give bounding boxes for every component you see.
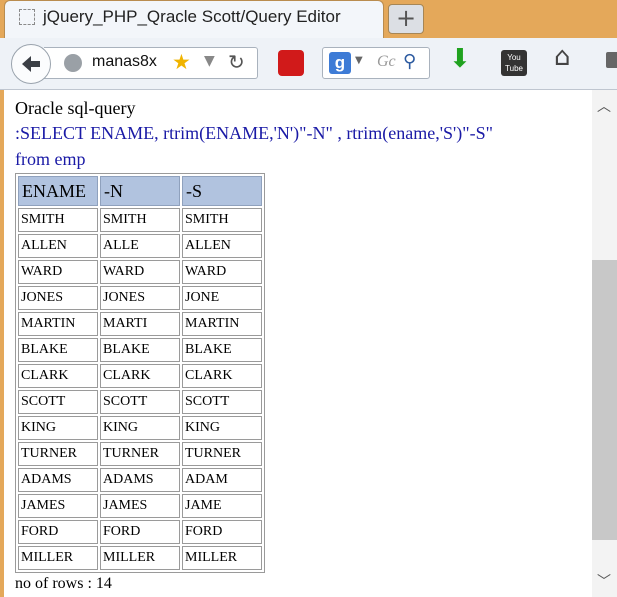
table-cell: CLARK — [182, 364, 262, 388]
magnifier-icon[interactable]: ⚲ — [403, 51, 416, 72]
new-tab-button[interactable]: + — [388, 4, 424, 34]
search-bar[interactable]: g ▼ Gc ⚲ — [322, 47, 430, 79]
table-row: JAMES JAMES JAME — [18, 494, 262, 518]
vertical-scrollbar[interactable]: ︿ ﹀ — [592, 90, 617, 597]
column-header: ENAME — [18, 176, 98, 206]
table-cell: SCOTT — [100, 390, 180, 414]
scroll-down-icon[interactable]: ﹀ — [597, 571, 611, 591]
back-button[interactable] — [11, 44, 51, 84]
table-cell: FORD — [100, 520, 180, 544]
url-text: manas8x — [92, 53, 157, 70]
browser-tab[interactable]: jQuery_PHP_Qracle Scott/Query Editor — [4, 0, 384, 38]
table-cell: JAMES — [18, 494, 98, 518]
tab-title: jQuery_PHP_Qracle Scott/Query Editor — [43, 7, 341, 26]
table-cell: KING — [18, 416, 98, 440]
navigation-bar: manas8x ★ ▼ ↻ g ▼ Gc ⚲ ⬇ You Tube ⌂ — [0, 38, 617, 90]
search-placeholder: Gc — [377, 53, 396, 70]
table-cell: ALLEN — [18, 234, 98, 258]
table-row: ADAMS ADAMS ADAM — [18, 468, 262, 492]
table-row: SMITH SMITH SMITH — [18, 208, 262, 232]
row-count: no of rows : 14 — [15, 575, 112, 592]
table-cell: JAME — [182, 494, 262, 518]
page-icon — [19, 9, 35, 25]
scroll-up-icon[interactable]: ︿ — [597, 96, 611, 116]
table-cell: FORD — [18, 520, 98, 544]
table-cell: BLAKE — [100, 338, 180, 362]
table-cell: MARTIN — [182, 312, 262, 336]
table-cell: WARD — [18, 260, 98, 284]
table-cell: ADAMS — [18, 468, 98, 492]
table-row: KING KING KING — [18, 416, 262, 440]
column-header: -S — [182, 176, 262, 206]
table-cell: ADAM — [182, 468, 262, 492]
table-cell: MARTIN — [18, 312, 98, 336]
table-row: FORD FORD FORD — [18, 520, 262, 544]
table-cell: WARD — [100, 260, 180, 284]
table-cell: ADAMS — [100, 468, 180, 492]
download-icon[interactable]: ⬇ — [449, 44, 471, 74]
table-cell: SMITH — [18, 208, 98, 232]
table-cell: FORD — [182, 520, 262, 544]
table-cell: TURNER — [18, 442, 98, 466]
table-row: MARTIN MARTI MARTIN — [18, 312, 262, 336]
address-bar[interactable]: manas8x ★ ▼ ↻ — [44, 47, 258, 79]
back-arrow-icon — [22, 56, 40, 72]
table-cell: KING — [182, 416, 262, 440]
table-cell: MARTI — [100, 312, 180, 336]
table-row: TURNER TURNER TURNER — [18, 442, 262, 466]
column-header: -N — [100, 176, 180, 206]
table-cell: TURNER — [182, 442, 262, 466]
table-cell: KING — [100, 416, 180, 440]
table-cell: CLARK — [18, 364, 98, 388]
result-table: ENAME -N -S SMITH SMITH SMITH ALLEN ALLE ALLE… — [15, 173, 265, 573]
table-cell: MILLER — [182, 546, 262, 570]
table-row: CLARK CLARK CLARK — [18, 364, 262, 388]
youtube-icon[interactable]: You Tube — [501, 50, 527, 76]
youtube-addon-icon[interactable] — [278, 50, 304, 76]
star-icon[interactable]: ★ — [172, 50, 191, 74]
table-row: MILLER MILLER MILLER — [18, 546, 262, 570]
table-cell: SMITH — [100, 208, 180, 232]
table-cell: TURNER — [100, 442, 180, 466]
home-icon[interactable]: ⌂ — [554, 42, 571, 72]
table-cell: JONE — [182, 286, 262, 310]
table-cell: JONES — [100, 286, 180, 310]
table-cell: MILLER — [100, 546, 180, 570]
table-cell: BLAKE — [182, 338, 262, 362]
table-row: SCOTT SCOTT SCOTT — [18, 390, 262, 414]
table-cell: WARD — [182, 260, 262, 284]
table-cell: SCOTT — [182, 390, 262, 414]
table-cell: MILLER — [18, 546, 98, 570]
table-cell: JAMES — [100, 494, 180, 518]
reload-icon[interactable]: ↻ — [228, 50, 245, 74]
globe-icon — [64, 54, 82, 72]
table-row: JONES JONES JONE — [18, 286, 262, 310]
query-line-1: :SELECT ENAME, rtrim(ENAME,'N')"-N" , rt… — [15, 123, 493, 143]
table-cell: JONES — [18, 286, 98, 310]
search-engine-dropdown-icon[interactable]: ▼ — [355, 55, 363, 66]
header-row: ENAME -N -S — [18, 176, 262, 206]
table-row: ALLEN ALLE ALLEN — [18, 234, 262, 258]
table-row: WARD WARD WARD — [18, 260, 262, 284]
more-tools-icon[interactable] — [606, 52, 617, 68]
page-heading: Oracle sql-query — [15, 98, 136, 118]
table-cell: SMITH — [182, 208, 262, 232]
page-content: Oracle sql-query :SELECT ENAME, rtrim(EN… — [4, 90, 613, 597]
google-icon[interactable]: g — [329, 52, 351, 74]
tab-strip: jQuery_PHP_Qracle Scott/Query Editor + — [0, 0, 617, 38]
table-cell: BLAKE — [18, 338, 98, 362]
dropdown-icon[interactable]: ▼ — [204, 53, 215, 69]
table-row: BLAKE BLAKE BLAKE — [18, 338, 262, 362]
table-cell: SCOTT — [18, 390, 98, 414]
table-cell: ALLEN — [182, 234, 262, 258]
table-cell: CLARK — [100, 364, 180, 388]
table-cell: ALLE — [100, 234, 180, 258]
scroll-thumb[interactable] — [592, 260, 617, 540]
query-line-2: from emp — [15, 149, 86, 169]
